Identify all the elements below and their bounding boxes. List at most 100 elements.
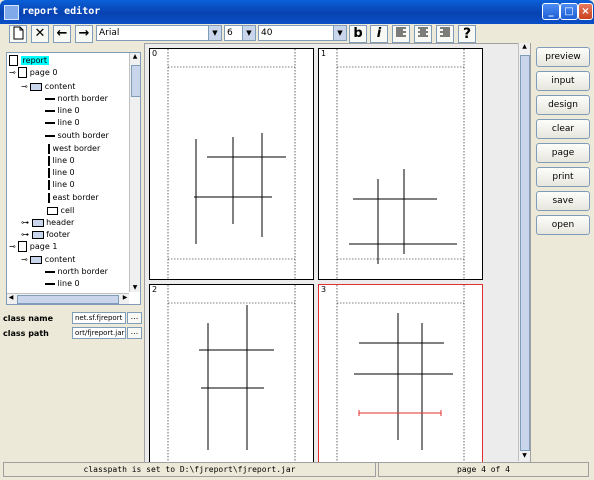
preview-button[interactable]: preview xyxy=(536,47,590,67)
chevron-down-icon: ▼ xyxy=(333,26,346,40)
delete-button[interactable]: ✕ xyxy=(31,25,49,43)
scroll-left-icon[interactable]: ◀ xyxy=(7,294,15,303)
component-tree[interactable]: report ⊸ page 0 ⊸ content north border l… xyxy=(6,52,141,305)
tree-node-report[interactable]: report xyxy=(9,55,49,67)
page-button[interactable]: page xyxy=(536,143,590,163)
save-button[interactable]: save xyxy=(536,191,590,211)
chevron-down-icon: ▼ xyxy=(208,26,221,40)
toggle-icon: ⊸ xyxy=(9,242,16,251)
tree-vertical-scrollbar[interactable]: ▲ ▼ xyxy=(129,53,140,292)
tree-node-north-border[interactable]: north border xyxy=(45,266,108,278)
back-button[interactable]: ← xyxy=(53,25,71,43)
tree-node-east-border[interactable]: east border xyxy=(48,192,99,204)
tree-node-line[interactable]: line 0 xyxy=(48,167,75,179)
design-button[interactable]: design xyxy=(536,95,590,115)
toggle-icon: ⊸ xyxy=(21,82,28,91)
tree-node-page-1[interactable]: ⊸ page 1 xyxy=(9,241,57,253)
tree-node-north-border[interactable]: north border xyxy=(45,93,108,105)
expand-icon: ⊶ xyxy=(21,218,29,227)
tree-node-page-0[interactable]: ⊸ page 0 xyxy=(9,67,57,79)
page-canvas[interactable]: 0 1 2 3 xyxy=(144,43,531,463)
hline-icon xyxy=(45,97,55,100)
tree-node-south-border[interactable]: south border xyxy=(45,130,109,142)
class-name-field[interactable]: net.sf.fjreport xyxy=(72,312,126,324)
open-button[interactable]: open xyxy=(536,215,590,235)
panel-icon xyxy=(31,230,44,239)
vline-icon xyxy=(48,143,50,154)
page-preview-1[interactable]: 1 xyxy=(318,48,483,280)
page-preview-2[interactable]: 2 xyxy=(149,284,314,462)
scroll-up-icon[interactable]: ▲ xyxy=(131,53,139,61)
page-number: 1 xyxy=(321,49,327,58)
file-icon xyxy=(18,67,28,78)
panel-icon xyxy=(30,255,43,264)
forward-button[interactable]: → xyxy=(75,25,93,43)
canvas-vertical-scrollbar[interactable]: ▲ ▼ xyxy=(518,43,530,461)
new-page-button[interactable] xyxy=(9,25,27,43)
scroll-down-icon[interactable]: ▼ xyxy=(131,284,139,292)
class-path-field[interactable]: ort/fjreport.jar xyxy=(72,327,126,339)
align-left-button[interactable] xyxy=(392,25,410,43)
tree-node-header[interactable]: ⊶ header xyxy=(21,217,74,229)
clear-button[interactable]: clear xyxy=(536,119,590,139)
tree-node-content[interactable]: ⊸ content xyxy=(21,81,75,93)
align-center-button[interactable] xyxy=(414,25,432,43)
toggle-icon: ⊸ xyxy=(21,255,28,264)
tree-node-line[interactable]: line 0 xyxy=(48,155,75,167)
scroll-right-icon[interactable]: ▶ xyxy=(121,294,129,303)
window-title: report editor xyxy=(22,6,101,17)
hline-icon xyxy=(45,270,55,273)
page-content-drawing xyxy=(167,285,296,462)
zoom-select[interactable]: 40 ▼ xyxy=(258,25,347,41)
new-page-icon xyxy=(13,26,24,40)
tree-node-line[interactable]: line 0 xyxy=(45,105,80,117)
file-icon xyxy=(18,241,28,252)
scrollbar-thumb[interactable] xyxy=(17,295,119,304)
class-path-browse-button[interactable]: ... xyxy=(127,327,142,339)
align-right-button[interactable] xyxy=(436,25,454,43)
tree-node-line[interactable]: line 0 xyxy=(45,117,80,129)
align-center-icon xyxy=(418,27,428,37)
print-button[interactable]: print xyxy=(536,167,590,187)
size-select[interactable]: 6 ▼ xyxy=(224,25,256,41)
panel-icon xyxy=(31,218,44,227)
app-icon xyxy=(4,5,19,20)
class-path-label: class path xyxy=(3,329,49,338)
input-button[interactable]: input xyxy=(536,71,590,91)
scrollbar-thumb[interactable] xyxy=(131,65,140,97)
vline-icon xyxy=(48,179,50,190)
page-content-drawing xyxy=(167,49,296,279)
scroll-up-icon[interactable]: ▲ xyxy=(520,43,529,52)
status-message: classpath is set to D:\fjreport\fjreport… xyxy=(3,462,376,477)
vline-icon xyxy=(48,192,50,203)
scrollbar-thumb[interactable] xyxy=(520,55,530,451)
page-preview-3[interactable]: 3 xyxy=(318,284,483,462)
tree-horizontal-scrollbar[interactable]: ◀ ▶ xyxy=(7,293,129,304)
tree-node-line[interactable]: line 0 xyxy=(45,278,80,290)
page-indicator: page 4 of 4 xyxy=(378,462,589,477)
align-right-icon xyxy=(440,27,450,37)
tree-node-cell[interactable]: cell xyxy=(47,205,74,217)
close-button[interactable]: × xyxy=(578,3,593,20)
tree-node-footer[interactable]: ⊶ footer xyxy=(21,229,70,241)
tree-node-west-border[interactable]: west border xyxy=(48,143,100,155)
scroll-down-icon[interactable]: ▼ xyxy=(520,452,529,461)
maximize-button[interactable]: □ xyxy=(560,3,578,20)
class-name-browse-button[interactable]: ... xyxy=(127,312,142,324)
italic-button[interactable]: i xyxy=(370,25,388,43)
bold-button[interactable]: b xyxy=(349,25,367,43)
panel-icon xyxy=(30,82,43,91)
vline-icon xyxy=(48,155,50,166)
help-button[interactable]: ? xyxy=(458,25,476,43)
toolbar: ✕ ← → Arial ▼ 6 ▼ 40 ▼ b i ? xyxy=(3,24,591,43)
hline-icon xyxy=(45,121,55,124)
tree-node-line[interactable]: line 0 xyxy=(48,179,75,191)
page-preview-0[interactable]: 0 xyxy=(149,48,314,280)
expand-icon: ⊶ xyxy=(21,230,29,239)
font-value: Arial xyxy=(99,28,120,38)
font-select[interactable]: Arial ▼ xyxy=(96,25,222,41)
tree-node-content[interactable]: ⊸ content xyxy=(21,254,75,266)
size-value: 6 xyxy=(227,28,233,38)
minimize-button[interactable]: _ xyxy=(542,3,560,20)
title-bar: report editor _ □ × xyxy=(0,0,594,24)
